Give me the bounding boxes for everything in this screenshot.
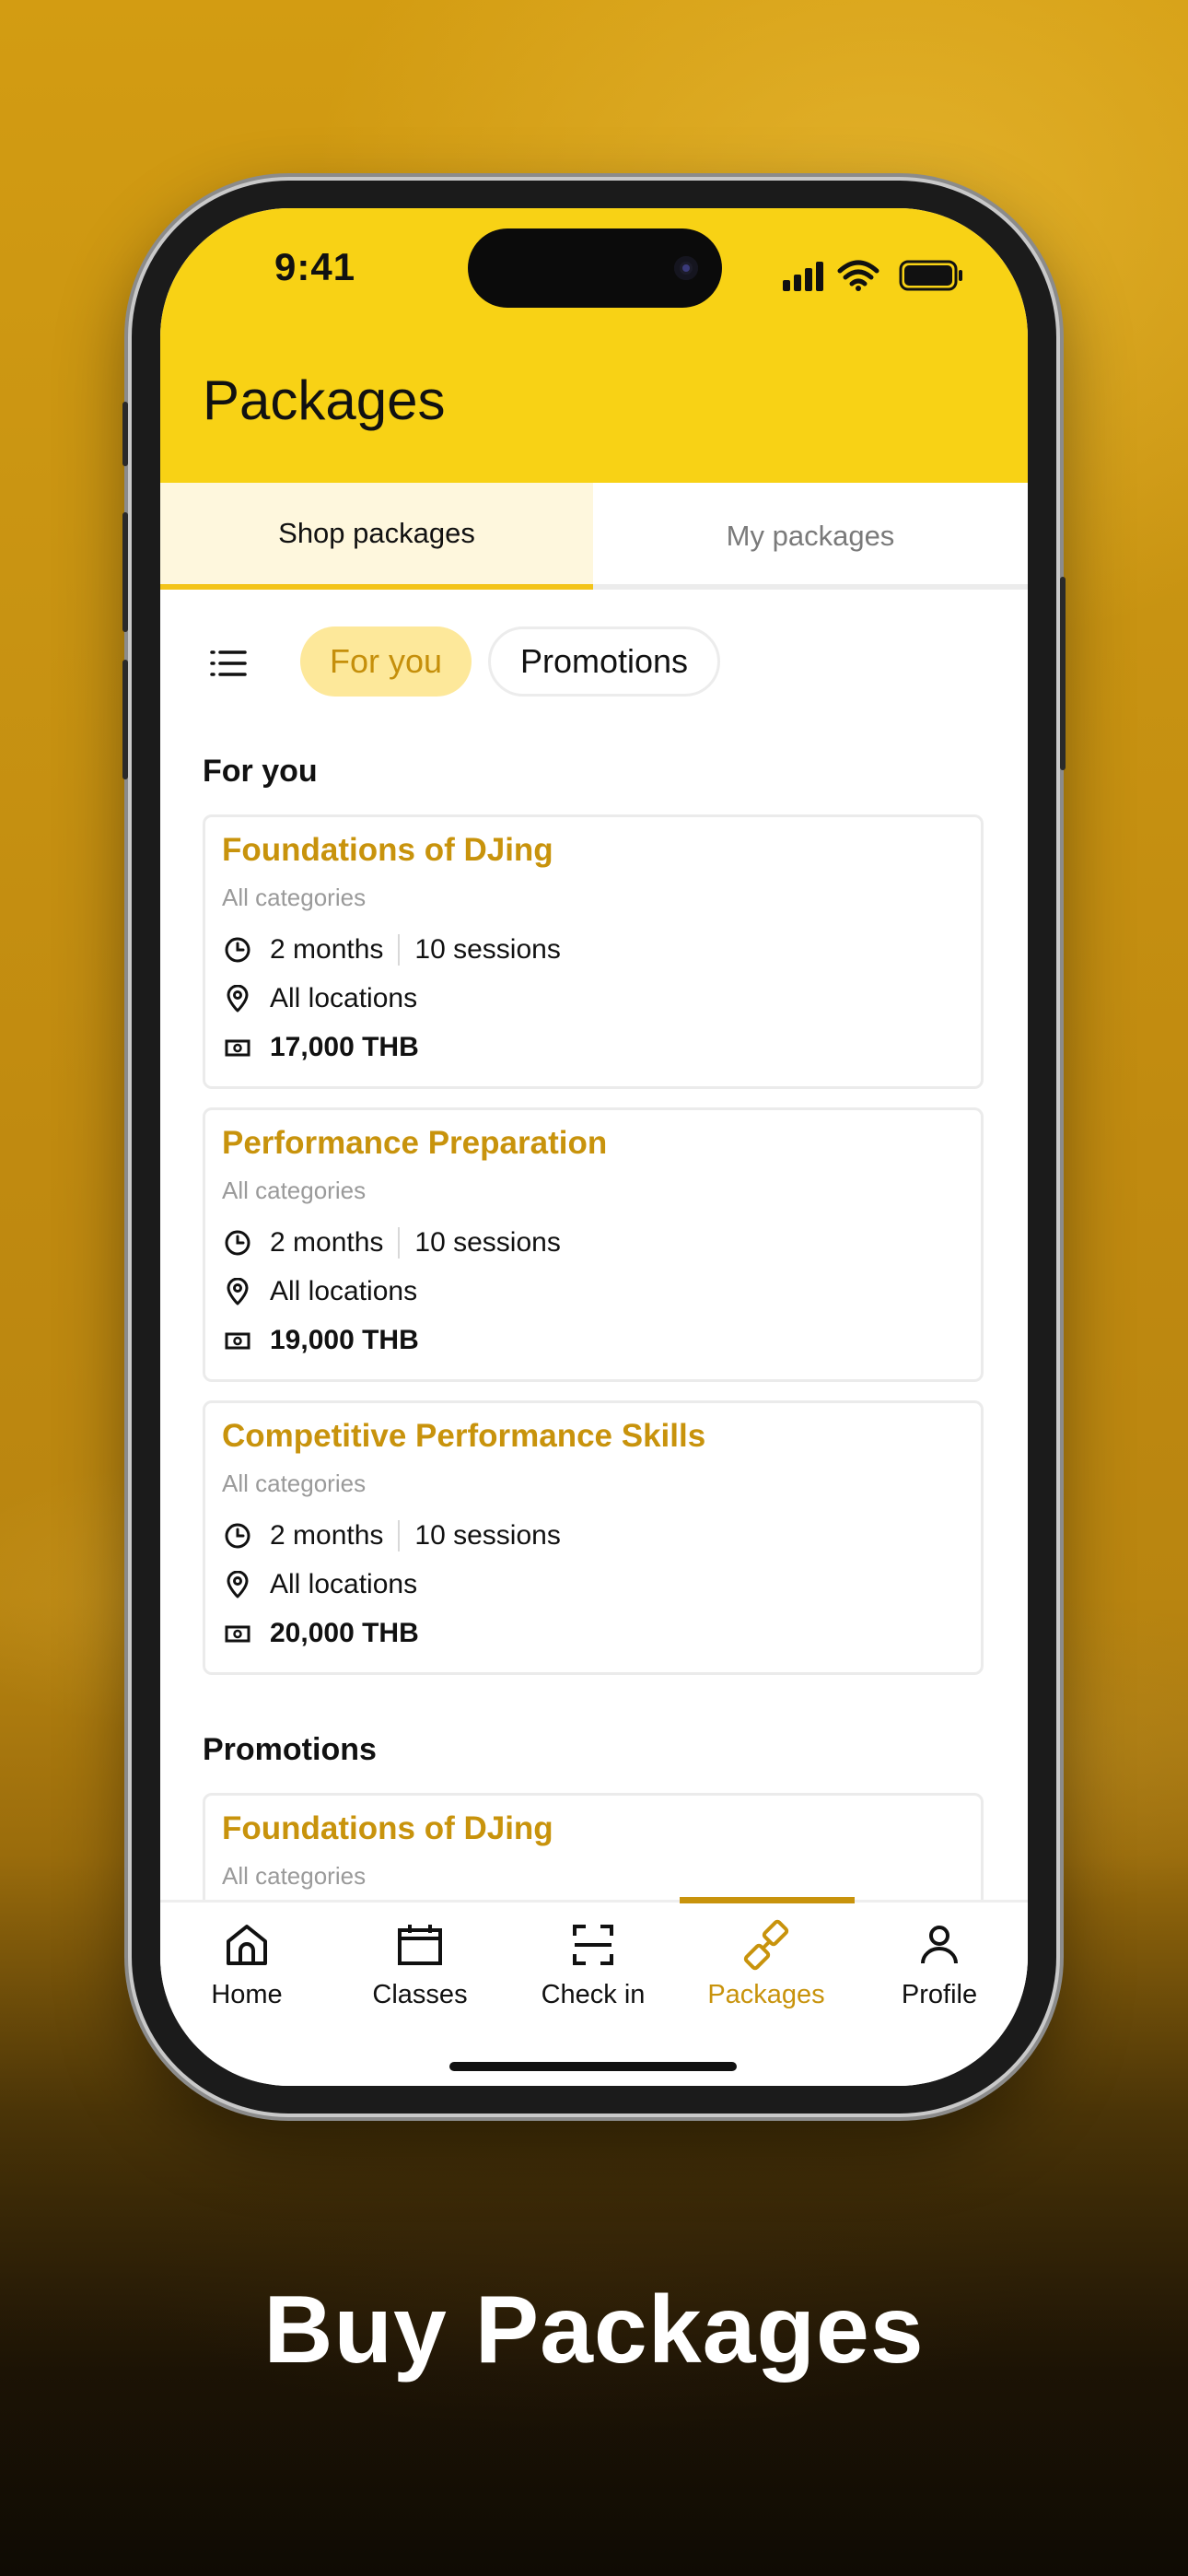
nav-packages[interactable]: Packages <box>680 1903 853 2032</box>
package-icon <box>743 1919 789 1971</box>
nav-label: Classes <box>372 1980 468 2009</box>
tab-bar: Shop packages My packages <box>160 483 1028 590</box>
tab-shop-packages[interactable]: Shop packages <box>160 483 593 590</box>
nav-check-in[interactable]: Check in <box>507 1903 680 2032</box>
package-sessions: 10 sessions <box>414 934 561 965</box>
app-header: 9:41 Packages <box>160 208 1028 483</box>
page-title: Packages <box>203 369 446 431</box>
package-price-row: 20,000 THB <box>222 1615 419 1652</box>
package-duration: 2 months <box>270 1227 384 1258</box>
cash-icon <box>222 1032 253 1063</box>
package-title: Competitive Performance Skills <box>222 1418 706 1454</box>
nav-profile[interactable]: Profile <box>853 1903 1026 2032</box>
package-price: 17,000 THB <box>270 1032 419 1062</box>
status-time: 9:41 <box>274 245 356 288</box>
cash-icon <box>222 1325 253 1356</box>
phone-screen: 9:41 Packages Shop packages My packages … <box>160 208 1028 2086</box>
dynamic-island <box>468 228 722 308</box>
scan-icon <box>573 1925 613 1965</box>
promo-caption: Buy Packages <box>263 2277 925 2383</box>
package-title: Foundations of DJing <box>222 1810 553 1846</box>
package-price-row: 17,000 THB <box>222 1029 419 1066</box>
clock-icon <box>222 1227 253 1259</box>
package-sessions: 10 sessions <box>414 1520 561 1551</box>
package-location-row: All locations <box>222 1566 417 1603</box>
nav-label: Home <box>211 1980 283 2009</box>
package-duration: 2 months <box>270 1520 384 1551</box>
filter-chip-promotions[interactable]: Promotions <box>488 626 720 697</box>
package-card[interactable]: Performance Preparation All categories 2… <box>203 1107 984 1382</box>
bottom-navigation: Home Classes Check in Packages Profile <box>160 1897 1028 2086</box>
cash-icon <box>222 1618 253 1649</box>
package-card[interactable]: Competitive Performance Skills All categ… <box>203 1400 984 1675</box>
divider <box>398 1227 401 1259</box>
package-title: Foundations of DJing <box>222 832 553 868</box>
package-duration-row: 2 months 10 sessions <box>222 1517 561 1554</box>
package-duration-row: 2 months 10 sessions <box>222 1224 561 1261</box>
person-icon <box>921 1926 958 1964</box>
package-category: All categories <box>222 1177 367 1204</box>
package-location-row: All locations <box>222 1273 417 1310</box>
status-icons <box>783 260 962 291</box>
camera-icon <box>674 256 698 280</box>
nav-label: Packages <box>707 1980 825 2009</box>
package-price-row: 19,000 THB <box>222 1322 419 1359</box>
cellular-signal-icon <box>783 262 823 291</box>
section-title-for-you: For you <box>203 754 318 789</box>
nav-home[interactable]: Home <box>160 1903 333 2032</box>
filter-chip-for-you[interactable]: For you <box>300 626 472 697</box>
package-card[interactable]: Foundations of DJing All categories 2 mo… <box>203 814 984 1089</box>
section-title-promotions: Promotions <box>203 1732 377 1767</box>
package-price: 20,000 THB <box>270 1618 419 1648</box>
list-filter-icon[interactable] <box>210 645 249 682</box>
package-duration-row: 2 months 10 sessions <box>222 931 561 968</box>
divider <box>398 934 401 966</box>
location-pin-icon <box>222 1569 253 1600</box>
location-pin-icon <box>222 983 253 1014</box>
battery-icon <box>899 260 962 291</box>
location-pin-icon <box>222 1276 253 1307</box>
package-location-row: All locations <box>222 980 417 1017</box>
clock-icon <box>222 934 253 966</box>
clock-icon <box>222 1520 253 1551</box>
nav-label: Profile <box>901 1980 978 2009</box>
package-title: Performance Preparation <box>222 1125 608 1161</box>
home-icon <box>227 1925 267 1965</box>
package-location: All locations <box>270 1276 418 1306</box>
calendar-icon <box>398 1925 442 1965</box>
package-category: All categories <box>222 1469 367 1497</box>
divider <box>398 1520 401 1551</box>
package-category: All categories <box>222 1862 367 1890</box>
package-location: All locations <box>270 1569 418 1599</box>
nav-classes[interactable]: Classes <box>333 1903 507 2032</box>
package-price: 19,000 THB <box>270 1325 419 1355</box>
home-indicator <box>449 2062 737 2071</box>
tab-my-packages[interactable]: My packages <box>593 483 1028 590</box>
package-location: All locations <box>270 983 418 1013</box>
package-category: All categories <box>222 884 367 911</box>
nav-label: Check in <box>541 1980 646 2009</box>
wifi-icon <box>837 260 879 291</box>
package-sessions: 10 sessions <box>414 1227 561 1258</box>
package-duration: 2 months <box>270 934 384 965</box>
